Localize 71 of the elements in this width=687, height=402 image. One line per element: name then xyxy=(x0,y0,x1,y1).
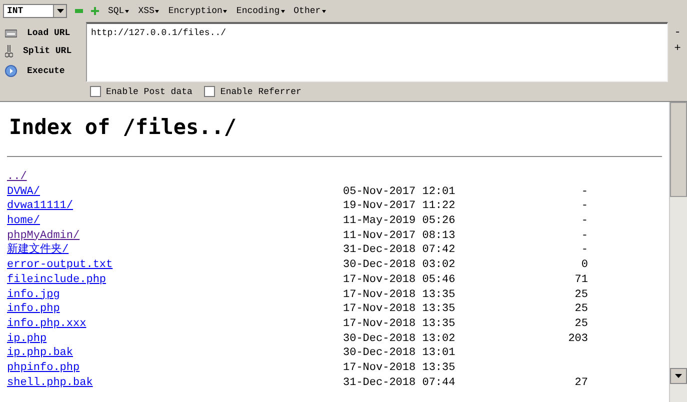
action-button[interactable]: Split URL xyxy=(19,46,72,56)
file-link[interactable]: home/ xyxy=(7,215,40,228)
file-size: - xyxy=(581,230,588,242)
file-link[interactable]: ip.php.bak xyxy=(7,347,74,360)
modified-date: 31-Dec-2018 07:44 xyxy=(343,376,456,389)
plus-icon[interactable] xyxy=(91,7,99,15)
checkbox-label: Enable Post data xyxy=(106,86,192,96)
file-link[interactable]: ip.php xyxy=(7,332,47,345)
menu-item[interactable]: Encryption xyxy=(168,6,228,16)
checkbox-label: Enable Referrer xyxy=(220,86,302,96)
checkbox[interactable] xyxy=(204,86,216,97)
action-button[interactable]: Load URL xyxy=(23,28,70,38)
modified-date: 30-Dec-2018 03:02 xyxy=(343,259,456,272)
menu-item[interactable]: XSS xyxy=(138,6,160,16)
menu-item[interactable]: Encoding xyxy=(236,6,285,16)
drive-icon xyxy=(5,28,17,38)
scroll-down-button[interactable] xyxy=(670,368,687,384)
caret-icon xyxy=(223,10,228,12)
modified-date: 17-Nov-2018 13:35 xyxy=(343,303,456,316)
file-size: - xyxy=(581,186,588,198)
modified-date: 17-Nov-2018 05:46 xyxy=(343,274,456,286)
modified-date: 31-Dec-2018 07:42 xyxy=(343,244,456,256)
file-link[interactable]: info.jpg xyxy=(7,288,60,300)
action-button[interactable]: Execute xyxy=(23,66,65,76)
menu-item[interactable]: SQL xyxy=(108,6,130,16)
file-link[interactable]: ../ xyxy=(7,171,27,183)
modified-date: 30-Dec-2018 13:01 xyxy=(343,347,456,360)
modified-date: 05-Nov-2017 12:01 xyxy=(343,186,456,198)
file-link[interactable]: shell.php.bak xyxy=(7,376,93,389)
scrollbar[interactable] xyxy=(669,102,687,402)
file-size: 25 xyxy=(574,288,588,300)
zoom-button[interactable]: + xyxy=(674,42,681,56)
modified-date: 17-Nov-2018 13:35 xyxy=(343,362,456,374)
encoding-dropdown[interactable]: INT xyxy=(3,4,67,18)
file-link[interactable]: info.php.xxx xyxy=(7,318,86,330)
modified-date: 17-Nov-2018 13:35 xyxy=(343,318,456,330)
file-link[interactable]: info.php xyxy=(7,303,60,316)
page-heading: Index of /files../ xyxy=(9,114,238,140)
file-link[interactable]: phpinfo.php xyxy=(7,362,80,374)
caret-icon xyxy=(675,374,682,378)
file-size: - xyxy=(581,244,588,256)
menu-item[interactable]: Other xyxy=(294,6,326,16)
play-icon xyxy=(5,64,17,76)
url-field[interactable]: http://127.0.0.1/files../ xyxy=(86,22,668,82)
file-link[interactable]: phpMyAdmin/ xyxy=(7,230,80,242)
caret-icon xyxy=(125,10,130,12)
zoom-button[interactable]: - xyxy=(674,26,681,40)
checkbox[interactable] xyxy=(90,86,101,97)
file-size: - xyxy=(581,215,588,228)
file-link[interactable]: 新建文件夹/ xyxy=(7,244,69,256)
modified-date: 19-Nov-2017 11:22 xyxy=(343,200,456,212)
file-size: 27 xyxy=(574,376,588,389)
modified-date: 11-May-2019 05:26 xyxy=(343,215,456,228)
file-link[interactable]: DVWA/ xyxy=(7,186,40,198)
file-link[interactable]: dvwa11111/ xyxy=(7,200,74,212)
modified-date: 30-Dec-2018 13:02 xyxy=(343,332,456,345)
file-size: 0 xyxy=(581,259,588,272)
scissors-icon xyxy=(5,44,13,58)
modified-date: 17-Nov-2018 13:35 xyxy=(343,288,456,300)
scrollbar-thumb[interactable] xyxy=(670,102,687,197)
file-size: 71 xyxy=(574,274,588,286)
file-link[interactable]: error-output.txt xyxy=(7,259,113,272)
file-size: - xyxy=(581,200,588,212)
caret-icon xyxy=(155,10,160,12)
caret-icon xyxy=(322,10,326,12)
modified-date: 11-Nov-2017 08:13 xyxy=(343,230,456,242)
file-size: 25 xyxy=(574,318,588,330)
file-link[interactable]: fileinclude.php xyxy=(7,274,106,286)
file-size: 203 xyxy=(568,332,588,345)
caret-icon xyxy=(280,10,285,12)
file-size: 25 xyxy=(574,303,588,316)
